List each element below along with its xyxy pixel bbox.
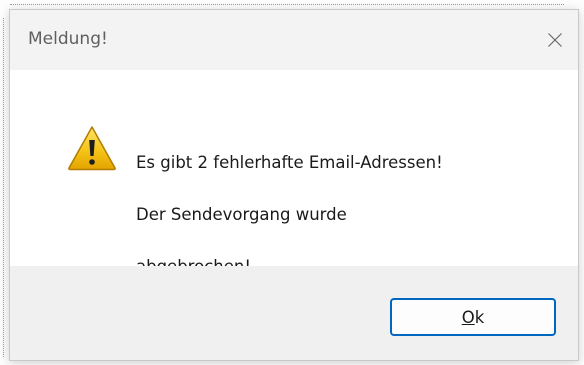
ok-button[interactable]: Ok (390, 298, 556, 336)
dialog-content: Es gibt 2 fehlerhafte Email-Adressen! De… (10, 70, 578, 276)
ok-button-label-rest: k (474, 307, 485, 327)
ok-button-label: Ok (462, 308, 485, 327)
ok-button-mnemonic: O (461, 307, 475, 327)
dialog-title: Meldung! (28, 29, 108, 49)
dialog-title-bar: Meldung! (10, 10, 578, 70)
background-dotted-border-top (10, 4, 564, 5)
dialog-footer: Ok (10, 266, 578, 360)
message-line: Es gibt 2 fehlerhafte Email-Adressen! (136, 153, 443, 172)
close-icon (548, 33, 562, 47)
close-button[interactable] (532, 10, 578, 70)
background-dotted-border-left (3, 18, 4, 357)
message-dialog: Meldung! Es gibt 2 fehlerhafte Email-Adr… (9, 9, 579, 361)
warning-icon (68, 126, 116, 171)
message-line: Der Sendevorgang wurde (136, 205, 347, 224)
